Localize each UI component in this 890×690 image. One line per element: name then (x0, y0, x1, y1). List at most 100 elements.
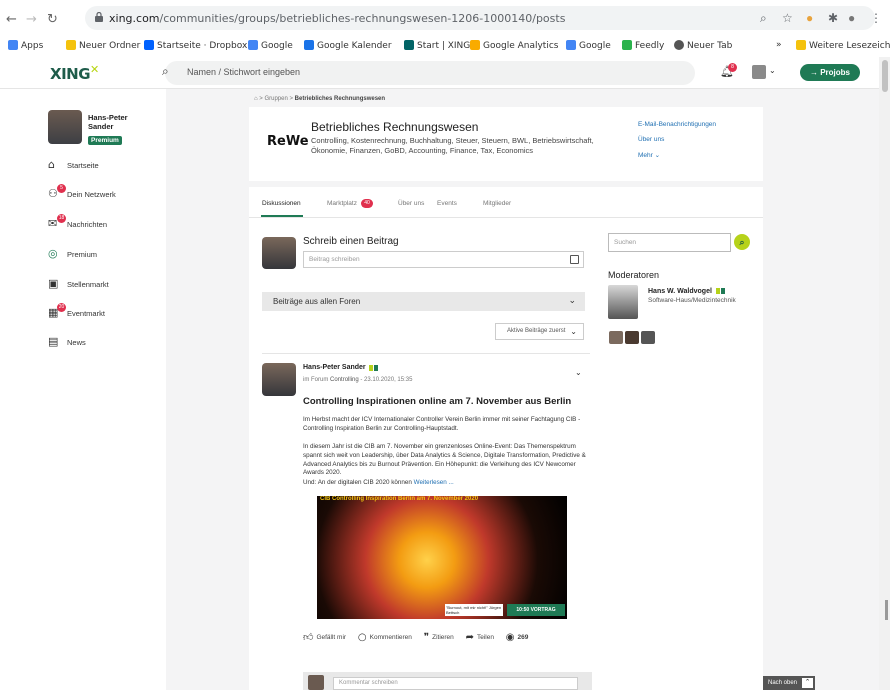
chevron-down-icon: ⌄ (570, 327, 577, 336)
chevron-down-icon[interactable]: ⌄ (575, 368, 582, 377)
calendar-icon (304, 40, 314, 50)
post-author[interactable]: Hans-Peter Sander (303, 364, 366, 371)
bookmarks-overflow[interactable]: » (776, 40, 782, 50)
avatar[interactable] (752, 65, 766, 79)
search-icon: ⌕ (739, 237, 745, 247)
avatar (308, 675, 324, 690)
chevron-down-icon: ⌄ (568, 295, 576, 305)
bookmark-new-tab[interactable]: Neuer Tab (674, 40, 732, 51)
moderator-name[interactable]: Hans W. Waldvogel (648, 288, 712, 295)
avatar[interactable] (262, 363, 296, 396)
menu-dots-icon[interactable]: ⋮ (870, 11, 882, 25)
projobs-button[interactable]: → Projobs (800, 64, 860, 81)
moderator-avatar-small[interactable] (625, 331, 639, 344)
write-post-title: Schreib einen Beitrag (303, 236, 399, 247)
reload-icon[interactable]: ↻ (47, 12, 58, 27)
back-to-top-button[interactable]: Nach oben ⌃ (763, 676, 815, 690)
thumbs-up-icon: 👍︎ (303, 632, 314, 643)
xing-icon (404, 40, 414, 50)
profile-name[interactable]: Hans-Peter Sander (88, 113, 148, 131)
post-paragraph: In diesem Jahr ist die CIB am 7. Novembe… (303, 443, 586, 477)
like-button[interactable]: 👍︎ Gefällt mir (303, 631, 351, 643)
forum-filter-select[interactable]: Beiträge aus allen Foren ⌄ (262, 292, 585, 311)
comment-button[interactable]: ○ Kommentieren (358, 632, 417, 643)
forum-link[interactable]: Controlling (330, 377, 359, 383)
folder-icon (796, 40, 806, 50)
moderator-company: Software-Haus/Medizintechnik (648, 297, 736, 304)
bookmark-dropbox[interactable]: Startseite · Dropbox (144, 40, 247, 51)
bookmarks-bar: Apps Neuer Ordner Startseite · Dropbox G… (0, 36, 890, 57)
sidebar-item-startseite[interactable]: ⌂ Startseite (48, 158, 99, 171)
marketplace-badge: 40 (361, 199, 373, 208)
search-input[interactable]: ⌕ Namen / Stichwort eingeben (162, 61, 695, 85)
comment-input[interactable]: Kommentar schreiben (333, 677, 578, 690)
scrollbar-thumb[interactable] (882, 60, 888, 92)
sidebar-item-news[interactable]: ▤ News (48, 335, 86, 348)
sidebar-item-stellenmarkt[interactable]: ▣ Stellenmarkt (48, 277, 109, 290)
breadcrumb-groups[interactable]: Gruppen (264, 96, 287, 102)
email-notifications-link[interactable]: E-Mail-Benachrichtigungen (638, 121, 716, 128)
post-meta: im Forum Controlling - 23.10.2020, 15:35 (303, 377, 413, 383)
moderator-avatar-small[interactable] (609, 331, 623, 344)
bookmark-feedly[interactable]: Feedly (622, 40, 664, 51)
tab-events[interactable]: Events (437, 200, 457, 207)
puzzle-icon[interactable]: ✱ (828, 11, 838, 25)
breadcrumb: ⌂ > Gruppen > Betriebliches Rechnungswes… (254, 96, 386, 102)
site-header: XING✕ ⌕ Namen / Stichwort eingeben 🔔︎ 8 … (0, 57, 890, 89)
address-bar[interactable]: xing.com/communities/groups/betriebliche… (85, 6, 875, 30)
search-button[interactable]: ⌕ (734, 234, 750, 250)
notification-badge: 8 (728, 63, 737, 72)
other-bookmarks[interactable]: Weitere Lesezeichen (796, 40, 890, 51)
network-badge: 5 (57, 184, 66, 193)
bookmark-folder[interactable]: Neuer Ordner (66, 40, 140, 51)
tab-ueber-uns[interactable]: Über uns (398, 200, 424, 207)
image-quote: "Burnout, mit mir nicht!" Jürgen Bettsch (445, 604, 503, 616)
home-icon[interactable]: ⌂ (254, 96, 258, 102)
tab-mitglieder[interactable]: Mitglieder (483, 200, 511, 207)
bookmark-google[interactable]: Google (248, 40, 293, 51)
browser-chrome: ← → ↻ xing.com/communities/groups/betrie… (0, 0, 890, 57)
bookmark-analytics[interactable]: Google Analytics (470, 40, 558, 51)
folder-icon (66, 40, 76, 50)
bookmark-google-2[interactable]: Google (566, 40, 611, 51)
browser-toolbar: ← → ↻ xing.com/communities/groups/betrie… (0, 0, 890, 36)
read-more-link[interactable]: Weiterlesen ... (414, 479, 454, 486)
extension-icon[interactable]: ● (806, 11, 813, 25)
moderator-avatar-small[interactable] (641, 331, 655, 344)
tab-diskussionen[interactable]: Diskussionen (262, 200, 301, 207)
write-post-input[interactable]: Beitrag schreiben (303, 251, 584, 268)
chevron-down-icon[interactable]: ⌄ (769, 66, 776, 75)
group-title: Betriebliches Rechnungswesen (311, 120, 479, 134)
news-icon: ▤ (48, 335, 59, 348)
apps-grid-icon (8, 40, 18, 50)
back-icon[interactable]: ← (6, 12, 17, 27)
post-title[interactable]: Controlling Inspirationen online am 7. N… (303, 396, 571, 407)
xing-logo[interactable]: XING✕ (50, 63, 99, 83)
profile-icon[interactable]: ● (848, 11, 855, 25)
forward-icon[interactable]: → (26, 12, 37, 27)
sort-select[interactable]: Aktive Beiträge zuerst ⌄ (495, 323, 584, 340)
bookmark-calendar[interactable]: Google Kalender (304, 40, 392, 51)
avatar[interactable] (48, 110, 82, 144)
zoom-icon[interactable]: ⌕ (760, 11, 767, 26)
more-link[interactable]: Mehr ⌄ (638, 151, 660, 159)
post-image[interactable]: CIB Controlling Inspiration Berlin am 7.… (317, 496, 567, 619)
sidebar (0, 89, 166, 690)
image-tag: 10:50 VORTRAG (507, 604, 565, 616)
group-search-input[interactable]: Suchen (608, 233, 731, 252)
url-text: xing.com/communities/groups/betriebliche… (109, 12, 566, 25)
bookmark-apps[interactable]: Apps (8, 40, 43, 51)
share-button[interactable]: ➦ Teilen (466, 632, 499, 643)
scrollbar[interactable] (879, 57, 890, 690)
eye-icon: ◉ (505, 632, 515, 643)
image-upload-icon[interactable] (570, 255, 579, 264)
quote-button[interactable]: ❞ Zitieren (424, 632, 459, 643)
feedly-icon (622, 40, 632, 50)
moderator-avatar[interactable] (608, 285, 638, 319)
tab-marktplatz[interactable]: Marktplatz (327, 200, 357, 207)
sidebar-item-premium[interactable]: ◎ Premium (48, 247, 97, 260)
bookmark-xing[interactable]: Start | XING (404, 40, 470, 51)
star-icon[interactable]: ☆ (782, 11, 793, 25)
about-link[interactable]: Über uns (638, 136, 664, 143)
xing-logo-mark-icon: ✕ (90, 63, 99, 76)
